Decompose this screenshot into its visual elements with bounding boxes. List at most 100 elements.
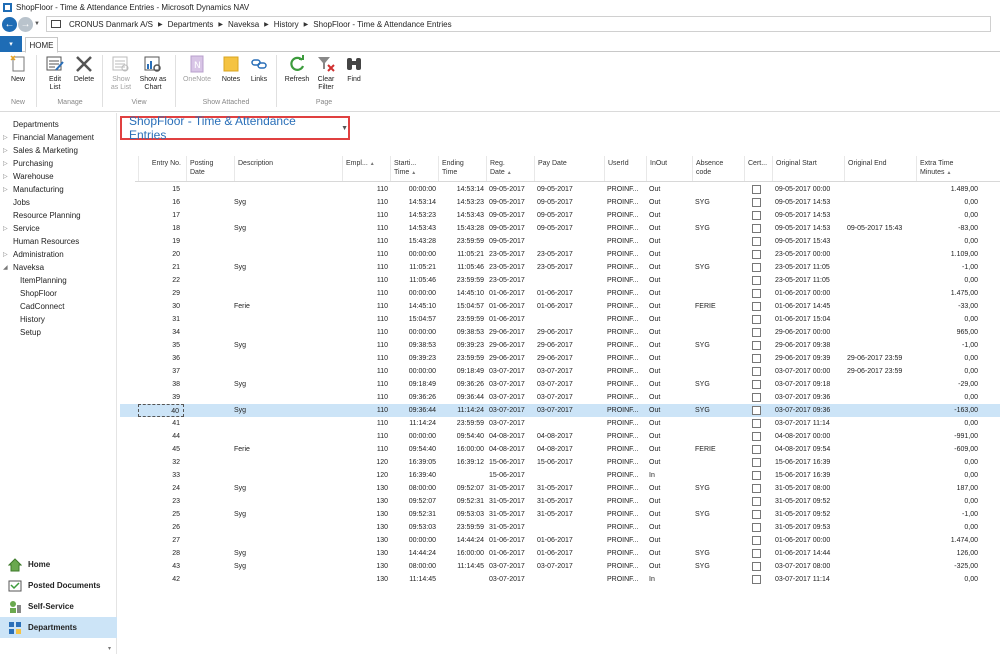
cell-absence-code[interactable] [695,573,743,586]
cell-reg-date[interactable]: 09-05-2017 [489,222,534,235]
sidebar-item-resource-planning[interactable]: Resource Planning [13,209,81,222]
cell-absence-code[interactable]: SYG [695,339,743,352]
certified-checkbox[interactable] [752,263,761,272]
cell-starting-time[interactable]: 14:45:10 [390,300,436,313]
cell-starting-time[interactable]: 00:00:00 [390,430,436,443]
cell-ending-time[interactable]: 14:53:23 [438,196,484,209]
cell-original-start[interactable]: 03-07-2017 08:00 [775,560,845,573]
cell-posting-date[interactable] [186,261,234,274]
cell-posting-date[interactable] [186,196,234,209]
cell-employee[interactable]: 110 [342,196,388,209]
cell-original-end[interactable] [847,404,917,417]
certified-checkbox[interactable] [752,562,761,571]
cell-reg-date[interactable]: 03-07-2017 [489,378,534,391]
cell-reg-date[interactable]: 03-07-2017 [489,404,534,417]
cell-absence-code[interactable] [695,326,743,339]
cell-pay-date[interactable]: 03-07-2017 [537,404,602,417]
cell-reg-date[interactable]: 31-05-2017 [489,482,534,495]
cell-description[interactable]: Syg [234,261,342,274]
cell-userid[interactable]: PROINF... [607,287,647,300]
cell-entry-no[interactable]: 28 [138,547,184,560]
cell-employee[interactable]: 110 [342,274,388,287]
forward-arrow-icon[interactable]: → [18,16,33,32]
cell-userid[interactable]: PROINF... [607,183,647,196]
cell-employee[interactable]: 110 [342,417,388,430]
cell-extra-time-minutes[interactable]: -29,00 [916,378,978,391]
cell-employee[interactable]: 110 [342,365,388,378]
cell-reg-date[interactable]: 01-06-2017 [489,547,534,560]
cell-entry-no[interactable]: 25 [138,508,184,521]
cell-inout[interactable]: Out [649,300,689,313]
cell-starting-time[interactable]: 11:05:21 [390,261,436,274]
sidebar-item-shopfloor[interactable]: ShopFloor [20,287,57,300]
table-row[interactable]: 44 110 00:00:00 09:54:40 04-08-2017 04-08-201… [120,430,1000,443]
cell-pay-date[interactable]: 01-06-2017 [537,534,602,547]
col-header-ending-time[interactable]: Ending Time [438,156,486,182]
cell-original-start[interactable]: 31-05-2017 09:52 [775,508,845,521]
cell-original-start[interactable]: 15-06-2017 16:39 [775,469,845,482]
cell-absence-code[interactable] [695,456,743,469]
cell-original-start[interactable]: 23-05-2017 00:00 [775,248,845,261]
cell-posting-date[interactable] [186,547,234,560]
certified-checkbox[interactable] [752,198,761,207]
cell-extra-time-minutes[interactable]: 0,00 [916,417,978,430]
cell-absence-code[interactable] [695,287,743,300]
history-dropdown-icon[interactable]: ▼ [34,21,40,27]
table-row[interactable]: 19 110 15:43:28 23:59:59 09-05-2017 PROINF...… [120,235,1000,248]
cell-reg-date[interactable]: 31-05-2017 [489,508,534,521]
cell-extra-time-minutes[interactable]: -325,00 [916,560,978,573]
certified-checkbox[interactable] [752,250,761,259]
cell-pay-date[interactable]: 29-06-2017 [537,352,602,365]
cell-ending-time[interactable]: 15:43:28 [438,222,484,235]
certified-checkbox[interactable] [752,302,761,311]
cell-description[interactable] [234,456,342,469]
cell-extra-time-minutes[interactable]: 0,00 [916,274,978,287]
cell-entry-no[interactable]: 18 [138,222,184,235]
cell-absence-code[interactable] [695,209,743,222]
certified-checkbox[interactable] [752,445,761,454]
table-row[interactable]: 35 Syg 110 09:38:53 09:39:23 29-06-2017 29-06-… [120,339,1000,352]
cell-entry-no[interactable]: 31 [138,313,184,326]
cell-reg-date[interactable]: 29-06-2017 [489,352,534,365]
col-header-absence-code[interactable]: Absence code [692,156,744,182]
col-header-entry-no[interactable]: Entry No. [138,156,184,182]
sidebar-item-purchasing[interactable]: Purchasing [13,157,53,170]
cell-entry-no[interactable]: 17 [138,209,184,222]
cell-pay-date[interactable]: 23-05-2017 [537,248,602,261]
cell-entry-no[interactable]: 27 [138,534,184,547]
cell-employee[interactable]: 110 [342,313,388,326]
page-title[interactable]: ShopFloor - Time & Attendance Entries ▼ [120,114,350,142]
cell-reg-date[interactable]: 23-05-2017 [489,274,534,287]
cell-posting-date[interactable] [186,404,234,417]
cell-userid[interactable]: PROINF... [607,404,647,417]
cell-starting-time[interactable]: 15:04:57 [390,313,436,326]
sidebar-item-setup[interactable]: Setup [20,326,41,339]
cell-entry-no[interactable]: 39 [138,391,184,404]
cell-reg-date[interactable]: 15-06-2017 [489,456,534,469]
cell-userid[interactable]: PROINF... [607,274,647,287]
cell-ending-time[interactable]: 23:59:59 [438,274,484,287]
cell-starting-time[interactable]: 00:00:00 [390,287,436,300]
cell-pay-date[interactable] [537,521,602,534]
cell-ending-time[interactable]: 23:59:59 [438,313,484,326]
cell-employee[interactable]: 110 [342,222,388,235]
nav-departments[interactable]: Departments [0,617,117,638]
cell-original-start[interactable]: 04-08-2017 00:00 [775,430,845,443]
cell-posting-date[interactable] [186,417,234,430]
certified-checkbox[interactable] [752,367,761,376]
cell-userid[interactable]: PROINF... [607,209,647,222]
cell-ending-time[interactable]: 15:04:57 [438,300,484,313]
cell-employee[interactable]: 120 [342,456,388,469]
certified-checkbox[interactable] [752,315,761,324]
cell-posting-date[interactable] [186,469,234,482]
table-row[interactable]: 39 110 09:36:26 09:36:44 03-07-2017 03-07-201… [120,391,1000,404]
cell-pay-date[interactable] [537,313,602,326]
cell-extra-time-minutes[interactable]: 965,00 [916,326,978,339]
cell-userid[interactable]: PROINF... [607,482,647,495]
cell-pay-date[interactable]: 29-06-2017 [537,339,602,352]
cell-entry-no[interactable]: 26 [138,521,184,534]
expand-triangle-icon[interactable]: ▷ [3,160,8,167]
cell-original-start[interactable]: 04-08-2017 09:54 [775,443,845,456]
certified-checkbox[interactable] [752,484,761,493]
cell-employee[interactable]: 130 [342,495,388,508]
